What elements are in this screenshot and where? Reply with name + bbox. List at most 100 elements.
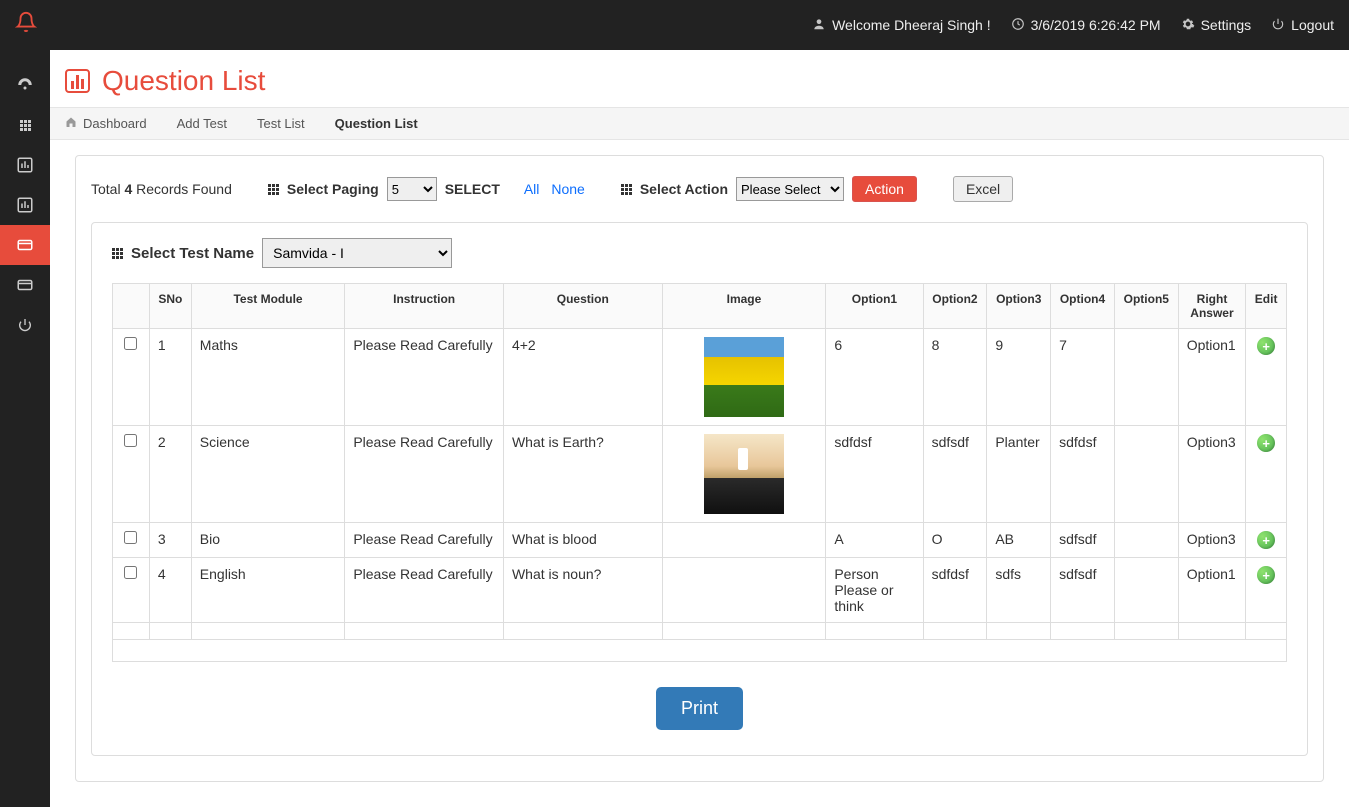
image-thumbnail xyxy=(704,434,784,514)
excel-button[interactable]: Excel xyxy=(953,176,1013,202)
table-row: 2SciencePlease Read CarefullyWhat is Ear… xyxy=(113,426,1287,523)
test-filter: Select Test Name Samvida - I xyxy=(112,238,1287,268)
cell-module: English xyxy=(191,558,345,623)
cell-opt1: sdfdsf xyxy=(826,426,923,523)
cell-instruction: Please Read Carefully xyxy=(345,329,504,426)
crumb-add-test[interactable]: Add Test xyxy=(177,116,227,131)
chart-icon xyxy=(65,69,90,93)
th-opt2: Option2 xyxy=(923,284,987,329)
edit-icon[interactable]: + xyxy=(1257,434,1275,452)
cell-image xyxy=(662,329,826,426)
cell-opt5 xyxy=(1114,426,1178,523)
main-content: Question List Dashboard Add Test Test Li… xyxy=(50,50,1349,807)
cell-edit: + xyxy=(1246,558,1287,623)
select-none-link[interactable]: None xyxy=(551,181,584,197)
cell-right: Option1 xyxy=(1178,558,1246,623)
cell-opt5 xyxy=(1114,329,1178,426)
cell-right: Option1 xyxy=(1178,329,1246,426)
cell-opt1: A xyxy=(826,523,923,558)
content-panel: Total 4 Records Found Select Paging 5 SE… xyxy=(75,155,1324,782)
grid-icon xyxy=(621,184,632,195)
action-button[interactable]: Action xyxy=(852,176,917,202)
toolbar: Total 4 Records Found Select Paging 5 SE… xyxy=(91,171,1308,217)
cell-edit: + xyxy=(1246,329,1287,426)
th-edit: Edit xyxy=(1246,284,1287,329)
welcome-label: Welcome Dheeraj Singh ! xyxy=(832,17,990,33)
sidebar-item-grid[interactable] xyxy=(0,105,50,145)
th-opt4: Option4 xyxy=(1051,284,1115,329)
cell-opt4: sdfsdf xyxy=(1051,558,1115,623)
edit-icon[interactable]: + xyxy=(1257,566,1275,584)
cell-opt1: Person Please or think xyxy=(826,558,923,623)
crumb-question-list: Question List xyxy=(335,116,418,131)
cell-image xyxy=(662,558,826,623)
power-icon xyxy=(1271,17,1285,34)
cell-opt4: sdfdsf xyxy=(1051,426,1115,523)
cell-opt4: sdfsdf xyxy=(1051,523,1115,558)
select-label: SELECT xyxy=(445,181,500,197)
select-all-link[interactable]: All xyxy=(524,181,540,197)
cell-instruction: Please Read Carefully xyxy=(345,558,504,623)
th-question: Question xyxy=(503,284,662,329)
cell-sno: 1 xyxy=(149,329,191,426)
select-action-label: Select Action xyxy=(640,181,728,197)
cell-opt3: Planter xyxy=(987,426,1051,523)
sidebar-item-card[interactable] xyxy=(0,265,50,305)
cell-opt5 xyxy=(1114,523,1178,558)
cell-image xyxy=(662,523,826,558)
cell-instruction: Please Read Carefully xyxy=(345,523,504,558)
grid-icon xyxy=(268,184,279,195)
settings-link[interactable]: Settings xyxy=(1181,17,1252,34)
user-icon xyxy=(812,17,826,34)
cell-edit: + xyxy=(1246,523,1287,558)
th-module: Test Module xyxy=(191,284,345,329)
row-checkbox[interactable] xyxy=(124,434,137,447)
cell-opt2: sdfsdf xyxy=(923,426,987,523)
grid-icon xyxy=(20,120,31,131)
edit-icon[interactable]: + xyxy=(1257,531,1275,549)
row-checkbox[interactable] xyxy=(124,337,137,350)
select-test-label: Select Test Name xyxy=(131,245,254,262)
th-opt1: Option1 xyxy=(826,284,923,329)
logout-link[interactable]: Logout xyxy=(1271,17,1334,34)
bell-icon[interactable] xyxy=(15,11,37,39)
sidebar-item-power[interactable] xyxy=(0,305,50,345)
total-records: Total 4 Records Found xyxy=(91,181,232,197)
cell-question: What is noun? xyxy=(503,558,662,623)
sidebar-item-chart1[interactable] xyxy=(0,145,50,185)
cell-opt5 xyxy=(1114,558,1178,623)
page-title: Question List xyxy=(102,65,265,97)
cell-question: 4+2 xyxy=(503,329,662,426)
cell-opt4: 7 xyxy=(1051,329,1115,426)
cell-opt3: 9 xyxy=(987,329,1051,426)
crumb-test-list[interactable]: Test List xyxy=(257,116,305,131)
sidebar-item-chart2[interactable] xyxy=(0,185,50,225)
table-row: 1MathsPlease Read Carefully4+26897Option… xyxy=(113,329,1287,426)
edit-icon[interactable]: + xyxy=(1257,337,1275,355)
cell-sno: 2 xyxy=(149,426,191,523)
row-checkbox[interactable] xyxy=(124,531,137,544)
action-select[interactable]: Please Select xyxy=(736,177,844,201)
cell-question: What is blood xyxy=(503,523,662,558)
cell-image xyxy=(662,426,826,523)
welcome-text: Welcome Dheeraj Singh ! xyxy=(812,17,990,34)
sidebar-item-dashboard[interactable] xyxy=(0,65,50,105)
cell-opt3: AB xyxy=(987,523,1051,558)
print-button[interactable]: Print xyxy=(656,687,743,730)
sidebar xyxy=(0,50,50,807)
th-instruction: Instruction xyxy=(345,284,504,329)
th-sno: SNo xyxy=(149,284,191,329)
cell-opt3: sdfs xyxy=(987,558,1051,623)
question-table: SNo Test Module Instruction Question Ima… xyxy=(112,283,1287,662)
cell-module: Science xyxy=(191,426,345,523)
table-footer-row xyxy=(113,623,1287,640)
crumb-dashboard[interactable]: Dashboard xyxy=(65,116,147,131)
page-header: Question List xyxy=(50,50,1349,107)
paging-select[interactable]: 5 xyxy=(387,177,437,201)
cell-module: Bio xyxy=(191,523,345,558)
test-name-select[interactable]: Samvida - I xyxy=(262,238,452,268)
sidebar-item-card-active[interactable] xyxy=(0,225,50,265)
cell-sno: 4 xyxy=(149,558,191,623)
th-right: Right Answer xyxy=(1178,284,1246,329)
row-checkbox[interactable] xyxy=(124,566,137,579)
